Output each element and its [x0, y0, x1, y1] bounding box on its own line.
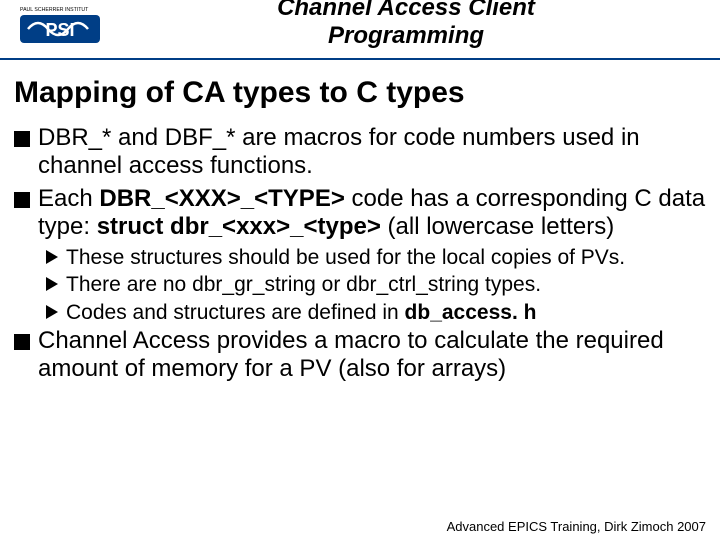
triangle-bullet-icon: [44, 248, 60, 266]
triangle-bullet-icon: [44, 275, 60, 293]
sub-bullet-3-text: Codes and structures are defined in db_a…: [66, 300, 706, 325]
sub-bullet-2: There are no dbr_gr_string or dbr_ctrl_s…: [44, 272, 706, 297]
triangle-bullet-icon: [44, 303, 60, 321]
sub-bullet-1: These structures should be used for the …: [44, 245, 706, 270]
svg-text:PSI: PSI: [45, 20, 74, 40]
sub-bullet-3: Codes and structures are defined in db_a…: [44, 300, 706, 325]
bullet-2-text: Each DBR_<XXX>_<TYPE> code has a corresp…: [38, 185, 706, 242]
slide-header: PAUL SCHERRER INSTITUT PSI Channel Acces…: [0, 0, 720, 60]
square-bullet-icon: [14, 334, 30, 350]
square-bullet-icon: [14, 192, 30, 208]
content: DBR_* and DBF_* are macros for code numb…: [0, 124, 720, 383]
header-title: Channel Access Client Programming: [112, 0, 700, 50]
bullet-2: Each DBR_<XXX>_<TYPE> code has a corresp…: [14, 185, 706, 242]
logo-top-text: PAUL SCHERRER INSTITUT: [20, 7, 89, 13]
bullet-1: DBR_* and DBF_* are macros for code numb…: [14, 124, 706, 181]
bullet-3-text: Channel Access provides a macro to calcu…: [38, 327, 706, 384]
header-title-line1: Channel Access Client: [112, 0, 700, 22]
sub-bullet-2-text: There are no dbr_gr_string or dbr_ctrl_s…: [66, 272, 706, 297]
bullet-1-text: DBR_* and DBF_* are macros for code numb…: [38, 124, 706, 181]
slide-title: Mapping of CA types to C types: [14, 76, 706, 110]
footer-text: Advanced EPICS Training, Dirk Zimoch 200…: [447, 519, 706, 534]
sub-bullet-1-text: These structures should be used for the …: [66, 245, 706, 270]
square-bullet-icon: [14, 131, 30, 147]
header-title-line2: Programming: [112, 22, 700, 50]
bullet-3: Channel Access provides a macro to calcu…: [14, 327, 706, 384]
psi-logo: PAUL SCHERRER INSTITUT PSI: [20, 3, 100, 47]
